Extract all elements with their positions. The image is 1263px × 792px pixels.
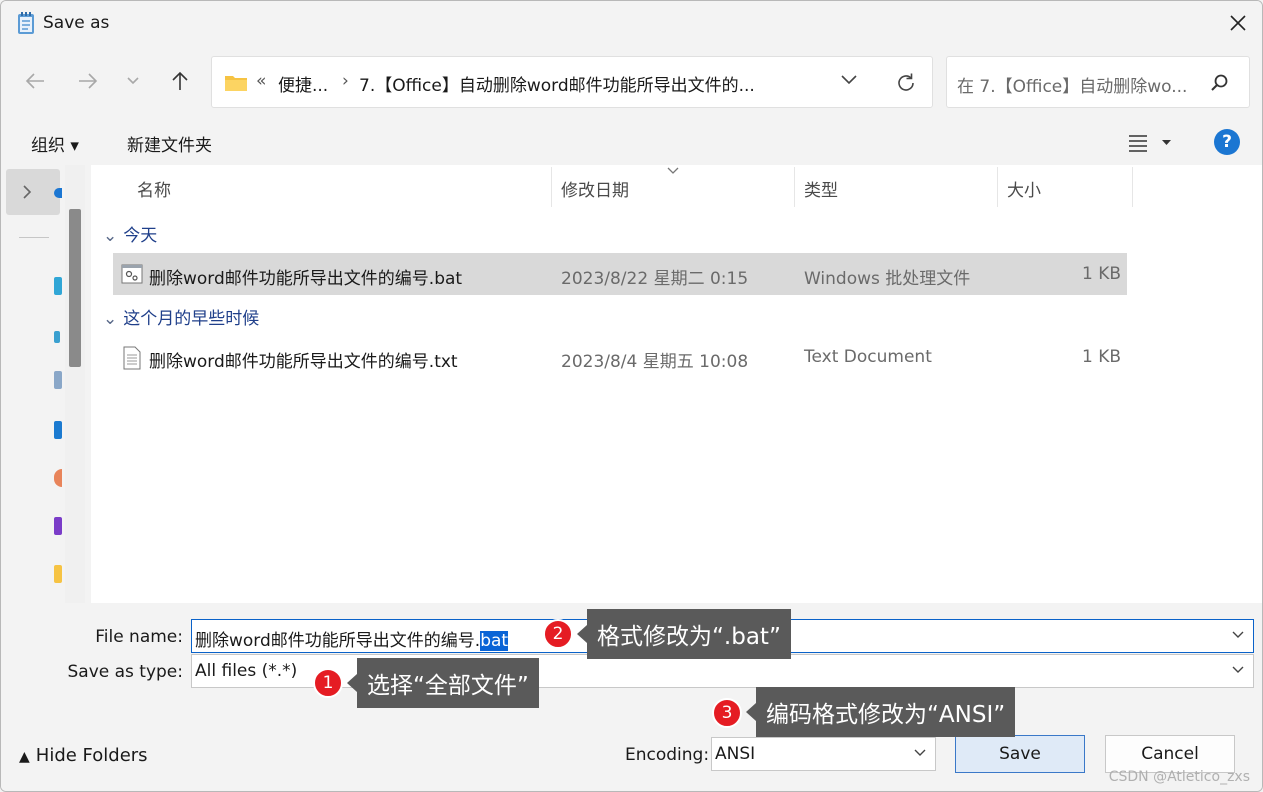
annotation-badge-3: 3 <box>712 698 742 728</box>
file-name: 删除word邮件功能所导出文件的编号.bat <box>149 269 463 289</box>
arrow-right-icon <box>79 73 98 89</box>
column-divider[interactable] <box>1132 167 1133 207</box>
file-type: Text Document <box>804 347 932 367</box>
search-box[interactable]: 在 7.【Office】自动删除wo... <box>946 56 1250 108</box>
column-divider[interactable] <box>551 167 552 207</box>
group-header-today[interactable]: ⌄ 今天 <box>103 221 157 246</box>
address-bar[interactable]: « 便捷... › 7.【Office】自动删除word邮件功能所导出文件的..… <box>211 56 933 108</box>
close-button[interactable] <box>1224 9 1252 37</box>
folder-icon <box>225 76 247 91</box>
desktop-icon[interactable] <box>54 277 62 295</box>
save-as-dialog: Save as « 便捷... › 7.【Office】自动删除word邮件功能… <box>0 0 1263 792</box>
breadcrumb-separator: › <box>342 71 349 91</box>
annotation-callout-1: 选择“全部文件” <box>347 658 539 708</box>
pictures-icon[interactable] <box>54 421 62 439</box>
title-bar: Save as <box>1 1 1262 45</box>
documents-icon[interactable] <box>54 371 62 389</box>
save-button[interactable]: Save <box>955 735 1085 773</box>
chevron-down-icon[interactable] <box>1231 629 1245 641</box>
file-size: 1 KB <box>1081 347 1121 367</box>
column-divider[interactable] <box>997 167 998 207</box>
cancel-button[interactable]: Cancel <box>1105 735 1235 773</box>
search-icon[interactable] <box>1209 72 1231 94</box>
hide-folders-button[interactable]: ▲ Hide Folders <box>19 745 148 766</box>
chevron-up-icon: ▲ <box>19 749 30 765</box>
save-as-type-label: Save as type: <box>67 662 183 682</box>
file-size: 1 KB <box>1081 264 1121 284</box>
chevron-right-icon[interactable] <box>22 184 32 200</box>
annotation-badge-2: 2 <box>543 619 573 649</box>
file-list: 名称 修改日期 类型 大小 ⌄ 今天 删除word邮件功能所导出文件的编号.bat… <box>91 165 1262 603</box>
file-name: 删除word邮件功能所导出文件的编号.txt <box>149 352 458 372</box>
folder-icon[interactable] <box>54 565 62 583</box>
save-as-type-value: All files (*.*) <box>195 661 298 681</box>
scrollbar-thumb[interactable] <box>69 209 81 367</box>
forward-button[interactable] <box>74 67 102 95</box>
file-date: 2023/8/22 星期二 0:15 <box>561 269 749 289</box>
nav-pane-divider <box>19 237 49 238</box>
chevron-down-icon[interactable] <box>913 747 927 759</box>
file-type: Windows 批处理文件 <box>804 269 971 289</box>
back-button[interactable] <box>21 67 49 95</box>
group-header-earlier-this-month[interactable]: ⌄ 这个月的早些时候 <box>103 304 259 329</box>
navigation-pane <box>1 165 89 603</box>
nav-pane-scrollbar[interactable] <box>65 165 85 603</box>
breadcrumb-shortcut[interactable]: 便捷... <box>278 71 328 96</box>
refresh-icon[interactable] <box>894 71 918 95</box>
list-view-icon <box>1129 135 1171 152</box>
column-header-type[interactable]: 类型 <box>804 165 994 209</box>
up-button[interactable] <box>166 67 194 95</box>
help-button[interactable]: ? <box>1214 129 1240 155</box>
file-name-label: File name: <box>95 627 183 647</box>
annotation-callout-3: 编码格式修改为“ANSI” <box>745 687 1016 737</box>
notepad-icon <box>18 12 34 34</box>
file-name-text: 删除word邮件功能所导出文件的编号. <box>195 631 481 651</box>
navigation-bar: « 便捷... › 7.【Office】自动删除word邮件功能所导出文件的..… <box>1 45 1262 119</box>
column-header-size[interactable]: 大小 <box>1007 165 1127 209</box>
chevron-down-icon: ⌄ <box>103 309 118 329</box>
chevron-down-icon: ⌄ <box>103 226 118 246</box>
nav-pane-selected-item[interactable] <box>6 169 62 215</box>
encoding-label: Encoding: <box>625 745 710 765</box>
chevron-down-icon <box>127 77 139 85</box>
column-divider[interactable] <box>794 167 795 207</box>
organize-menu[interactable]: 组织 ▾ <box>31 131 79 156</box>
address-overflow[interactable]: « <box>256 71 266 91</box>
new-folder-button[interactable]: 新建文件夹 <box>127 131 212 156</box>
file-row[interactable]: 删除word邮件功能所导出文件的编号.txt 2023/8/4 星期五 10:0… <box>113 336 1127 378</box>
file-date: 2023/8/4 星期五 10:08 <box>561 352 749 372</box>
music-icon[interactable] <box>54 469 62 487</box>
breadcrumb-current-folder[interactable]: 7.【Office】自动删除word邮件功能所导出文件的... <box>359 71 755 96</box>
downloads-icon[interactable] <box>54 331 60 343</box>
chevron-down-icon[interactable] <box>840 73 858 87</box>
arrow-up-icon <box>172 71 188 90</box>
videos-icon[interactable] <box>54 517 62 535</box>
annotation-badge-1: 1 <box>313 668 343 698</box>
column-header-name[interactable]: 名称 <box>137 165 551 209</box>
chevron-down-icon[interactable] <box>1231 664 1245 676</box>
recent-locations-button[interactable] <box>119 67 147 95</box>
sort-chevron-icon <box>667 167 679 174</box>
arrow-left-icon <box>25 73 44 89</box>
command-bar: 组织 ▾ 新建文件夹 ? <box>1 119 1262 165</box>
close-icon <box>1230 15 1246 31</box>
help-icon: ? <box>1222 132 1232 152</box>
annotation-callout-2: 格式修改为“.bat” <box>577 609 791 659</box>
search-placeholder: 在 7.【Office】自动删除wo... <box>957 77 1188 97</box>
batch-file-icon <box>121 264 143 284</box>
file-row[interactable]: 删除word邮件功能所导出文件的编号.bat 2023/8/22 星期二 0:1… <box>113 253 1127 295</box>
view-options-button[interactable] <box>1127 131 1175 157</box>
encoding-value: ANSI <box>715 744 756 764</box>
watermark: CSDN @Atletico_zxs <box>1108 769 1250 785</box>
file-name-selected-text: bat <box>480 631 509 651</box>
onedrive-icon <box>54 188 62 198</box>
window-title: Save as <box>43 13 110 33</box>
text-file-icon <box>123 346 141 370</box>
encoding-select[interactable]: ANSI <box>711 737 936 771</box>
